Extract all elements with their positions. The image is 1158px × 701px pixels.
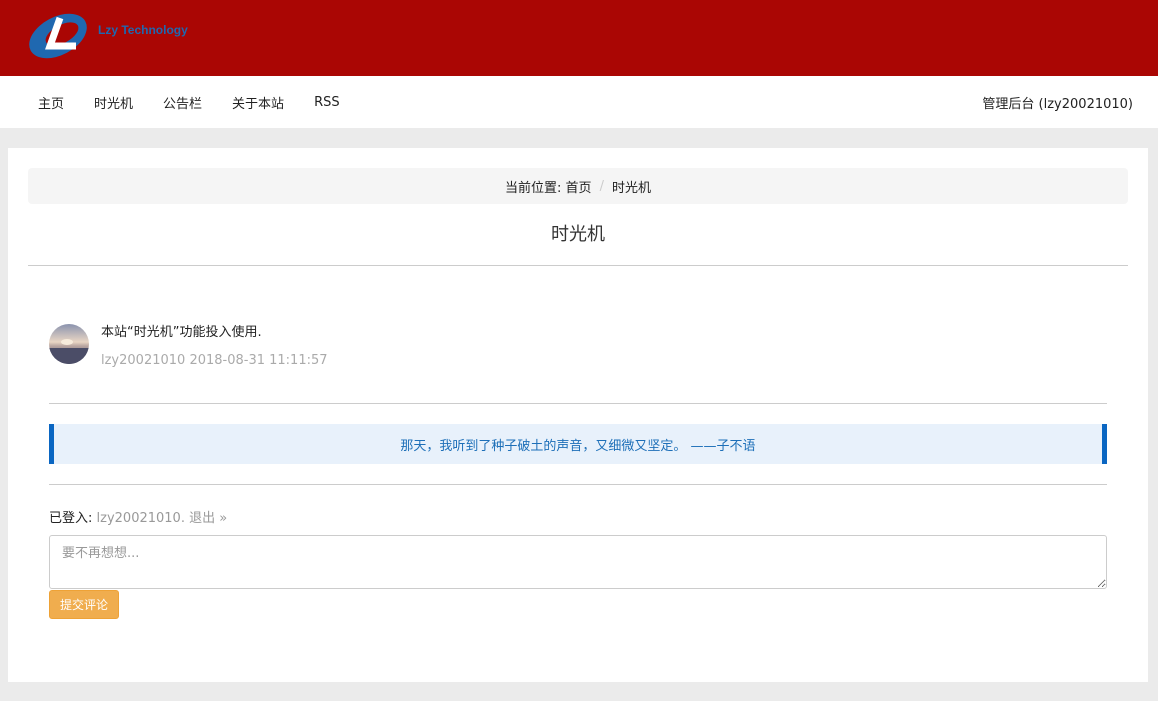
logged-in-username[interactable]: lzy20021010 [97,511,181,526]
page-title: 时光机 [551,224,605,245]
main-navbar: 主页 时光机 公告栏 关于本站 RSS 管理后台 (lzy20021010) [0,76,1158,128]
main-content: 当前位置: 首页 / 时光机 时光机 本站“时光机”功能投入使用. lzy200… [8,148,1148,682]
quote-banner: 那天，我听到了种子破土的声音，又细微又坚定。 ——子不语 [49,424,1107,464]
nav-item-about[interactable]: 关于本站 [232,93,284,112]
login-punct: . [180,511,185,526]
breadcrumb: 当前位置: 首页 / 时光机 [28,168,1128,204]
breadcrumb-separator: / [599,178,604,194]
breadcrumb-prefix: 当前位置: [505,180,562,196]
post-meta: lzy20021010 2018-08-31 11:11:57 [101,353,328,368]
avatar-image-icon [49,324,89,364]
logo-text: Lzy Technology [98,23,188,37]
post-author[interactable]: lzy20021010 [101,353,185,368]
quote-text: 那天，我听到了种子破土的声音，又细微又坚定。 ——子不语 [400,438,756,454]
breadcrumb-current: 时光机 [611,180,651,196]
breadcrumb-home[interactable]: 首页 [566,177,592,196]
post-divider [49,403,1107,404]
site-logo[interactable]: Lzy Technology [26,12,188,60]
admin-link[interactable]: 管理后台 (lzy20021010) [982,76,1133,128]
title-divider [28,265,1128,266]
nav-links: 主页 时光机 公告栏 关于本站 RSS [38,76,370,128]
author-avatar[interactable] [49,324,89,364]
logout-link[interactable]: 退出 » [189,511,227,526]
site-header: Lzy Technology [0,0,1158,76]
nav-item-home[interactable]: 主页 [38,93,64,112]
post-date: 2018-08-31 11:11:57 [189,353,328,368]
login-status: 已登入: lzy20021010. 退出 » [49,507,227,526]
quote-divider [49,484,1107,485]
post-content: 本站“时光机”功能投入使用. [101,325,262,340]
nav-item-rss[interactable]: RSS [314,95,340,110]
logged-in-label: 已登入: [49,511,93,526]
logo-icon [29,13,87,59]
submit-comment-button[interactable]: 提交评论 [49,590,119,619]
nav-item-time-machine[interactable]: 时光机 [94,93,133,112]
nav-item-bulletin[interactable]: 公告栏 [163,93,202,112]
comment-input[interactable] [49,535,1107,589]
